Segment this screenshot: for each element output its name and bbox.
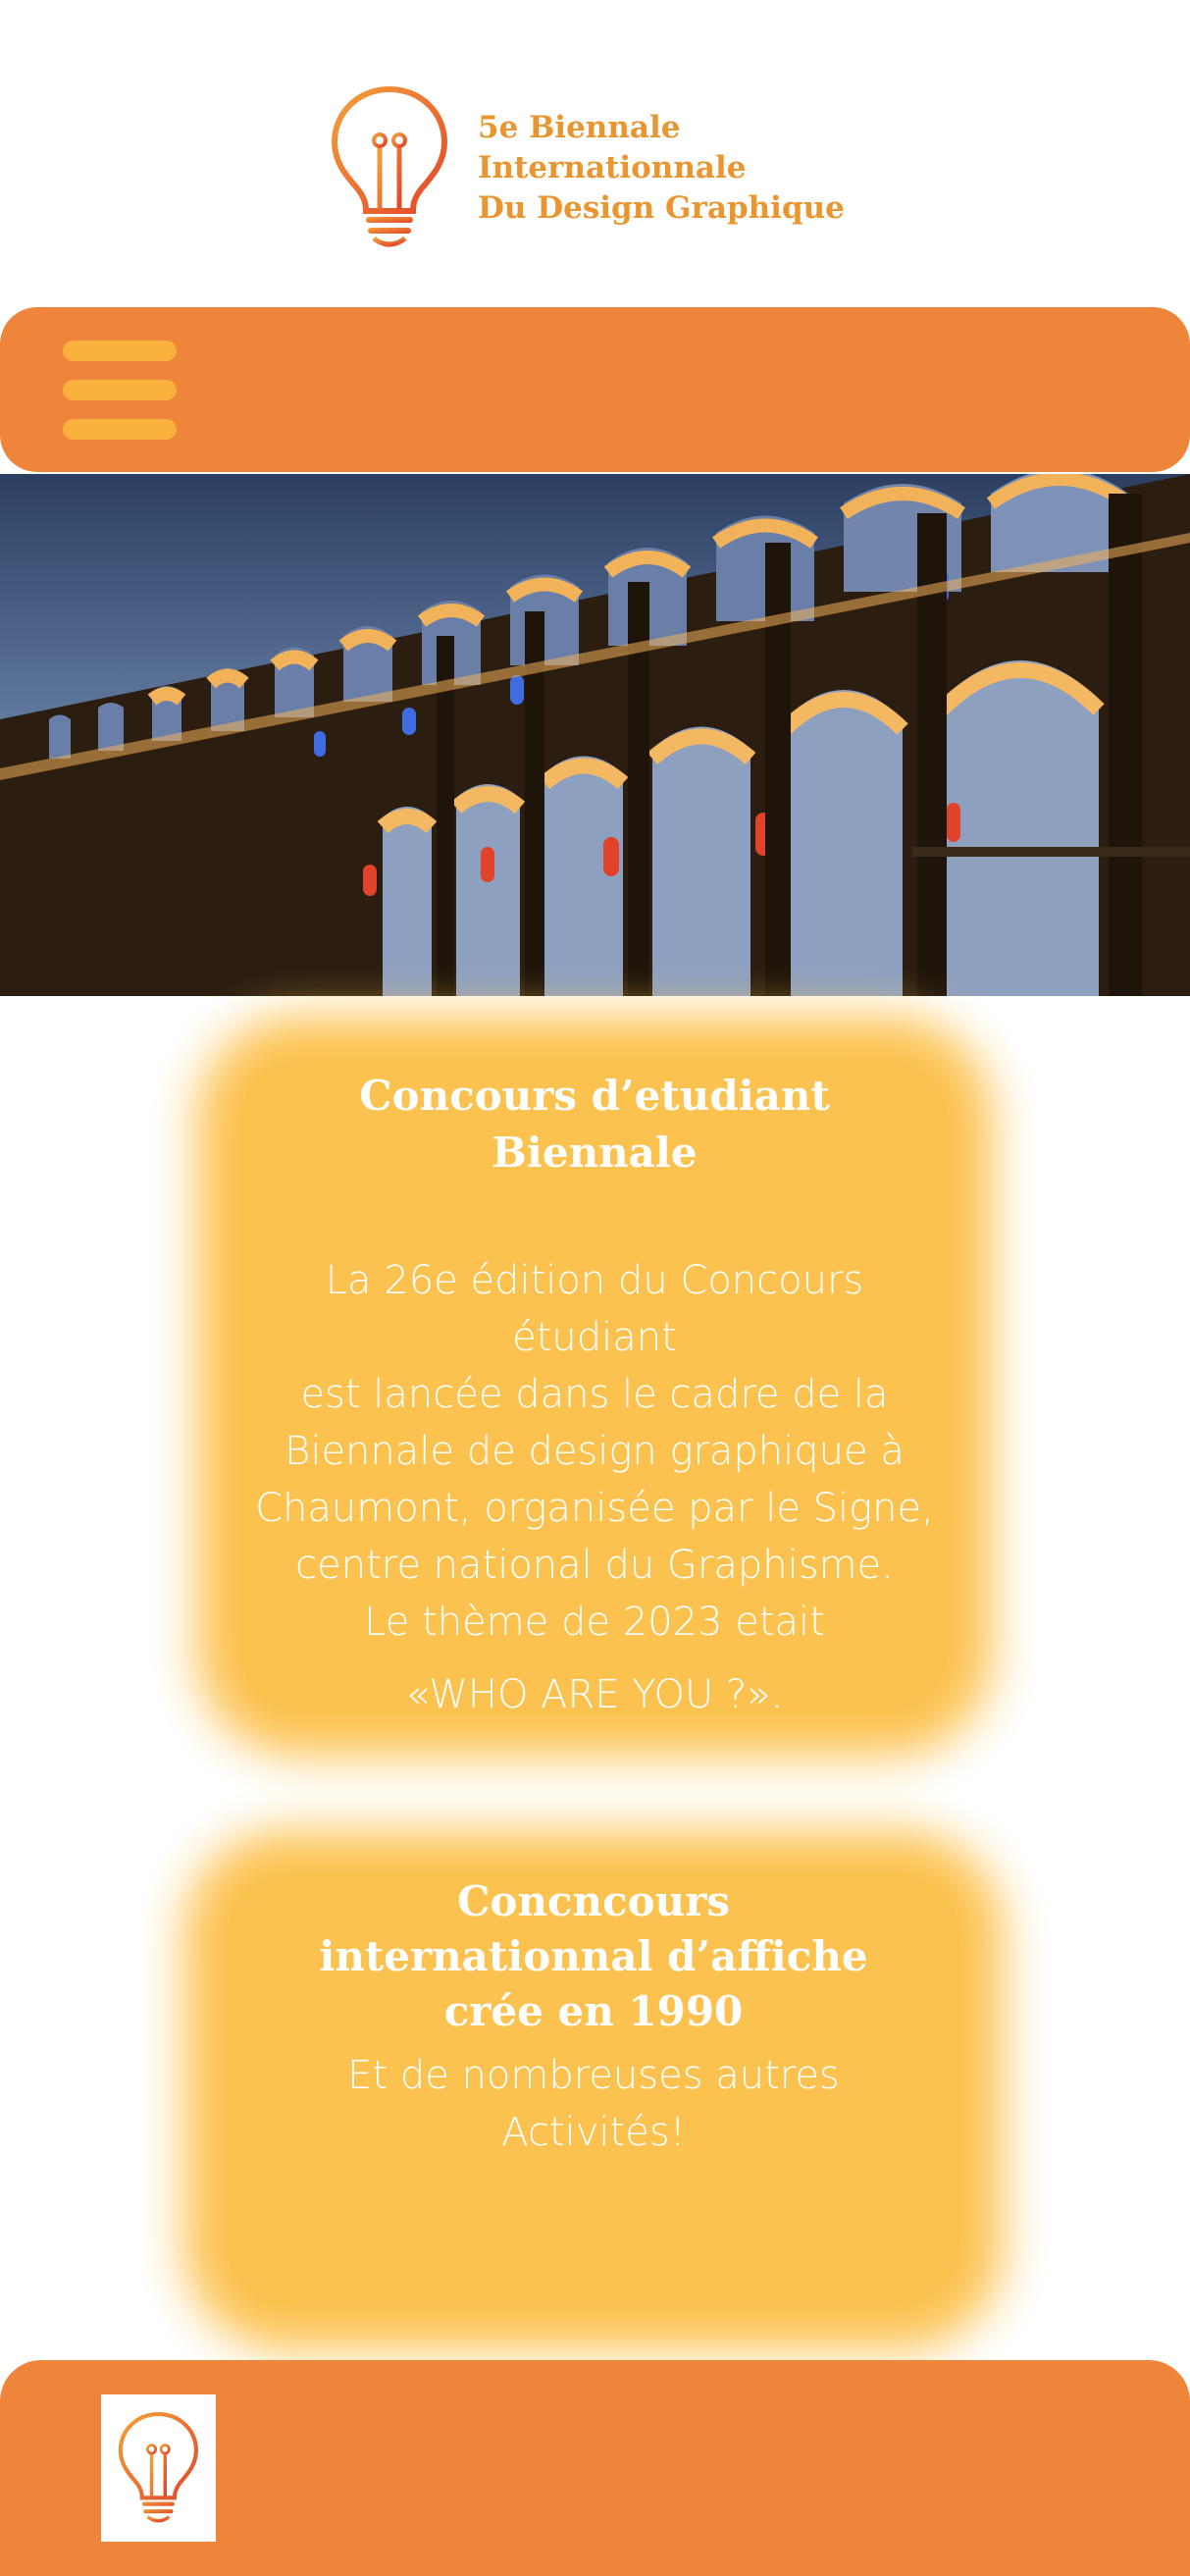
- lightbulb-icon: [118, 2411, 198, 2523]
- menu-bar-middle: [63, 380, 177, 400]
- card-title: Concncours internationnal d’affiche crée…: [319, 1877, 868, 2035]
- card-title: Concours d’etudiant Biennale: [359, 1072, 830, 1177]
- navigation-bar: [0, 307, 1190, 472]
- brand-line: 5e Biennale: [478, 110, 681, 145]
- card-body: La 26e édition du Concours étudiant est …: [255, 1258, 934, 1645]
- hero-image: [0, 474, 1190, 996]
- menu-bar-top: [63, 341, 177, 361]
- brand-name: 5e Biennale Internationnale Du Design Gr…: [478, 108, 845, 229]
- menu-bar-bottom: [63, 419, 177, 440]
- brand-line: Internationnale: [478, 150, 747, 185]
- site-logo[interactable]: 5e Biennale Internationnale Du Design Gr…: [329, 83, 878, 250]
- lightbulb-icon: [329, 83, 451, 250]
- footer: [0, 2360, 1190, 2576]
- footer-logo[interactable]: [101, 2394, 216, 2542]
- student-contest-card: Concours d’etudiant Biennale La 26e édit…: [240, 1060, 949, 1717]
- card-body: Et de nombreuses autres Activités!: [347, 2053, 840, 2155]
- hamburger-menu-icon[interactable]: [61, 341, 179, 440]
- poster-contest-card: Concncours internationnal d’affiche crée…: [228, 1874, 959, 2306]
- brand-line: Du Design Graphique: [478, 190, 845, 226]
- card-tagline: «WHO ARE YOU ?».: [405, 1672, 784, 1717]
